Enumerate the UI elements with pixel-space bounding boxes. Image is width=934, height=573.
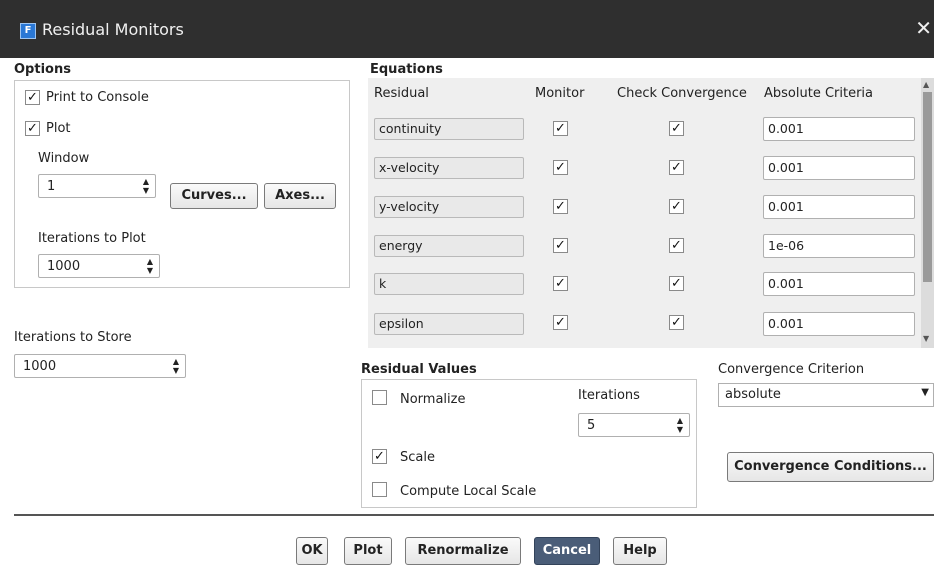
- plot-label: Plot: [46, 121, 71, 136]
- spinner-arrows-icon[interactable]: ▲ ▼: [173, 357, 179, 375]
- check-convergence-checkbox[interactable]: ✓: [669, 315, 684, 330]
- absolute-criteria-input[interactable]: 1e-06: [763, 234, 915, 258]
- absolute-criteria-input[interactable]: 0.001: [763, 312, 915, 336]
- iterations-spinner[interactable]: 5 ▲ ▼: [578, 413, 690, 437]
- monitor-checkbox[interactable]: ✓: [553, 160, 568, 175]
- residual-energy: energy: [374, 235, 524, 257]
- residual-x-velocity: x-velocity: [374, 157, 524, 179]
- window-spinner[interactable]: 1 ▲ ▼: [38, 174, 156, 198]
- equations-heading: Equations: [370, 62, 443, 77]
- window-label: Window: [38, 151, 90, 166]
- iterations-label: Iterations: [578, 388, 640, 403]
- column-absolute-criteria: Absolute Criteria: [764, 86, 874, 101]
- monitor-checkbox[interactable]: ✓: [553, 276, 568, 291]
- chevron-down-icon[interactable]: ▼: [921, 387, 929, 398]
- column-monitor: Monitor: [535, 86, 585, 101]
- compute-local-scale-label: Compute Local Scale: [400, 484, 537, 499]
- iterations-value: 5: [587, 418, 596, 433]
- print-to-console-label: Print to Console: [46, 90, 149, 105]
- ok-button[interactable]: OK: [296, 537, 328, 565]
- residual-y-velocity: y-velocity: [374, 196, 524, 218]
- options-heading: Options: [14, 62, 71, 77]
- scale-label: Scale: [400, 450, 435, 465]
- window-value: 1: [47, 179, 56, 194]
- iterations-to-store-value: 1000: [23, 359, 57, 374]
- scrollbar-thumb[interactable]: [923, 92, 932, 282]
- check-convergence-checkbox[interactable]: ✓: [669, 160, 684, 175]
- compute-local-scale-checkbox[interactable]: [372, 482, 387, 497]
- spinner-arrows-icon[interactable]: ▲ ▼: [677, 416, 683, 434]
- monitor-checkbox[interactable]: ✓: [553, 121, 568, 136]
- spinner-arrows-icon[interactable]: ▲ ▼: [143, 177, 149, 195]
- help-button[interactable]: Help: [613, 537, 667, 565]
- iterations-to-plot-label: Iterations to Plot: [38, 231, 146, 246]
- monitor-checkbox[interactable]: ✓: [553, 238, 568, 253]
- app-icon: F: [20, 23, 36, 39]
- residual-values-heading: Residual Values: [361, 362, 477, 377]
- divider: [14, 514, 934, 516]
- renormalize-button[interactable]: Renormalize: [405, 537, 521, 565]
- monitor-checkbox[interactable]: ✓: [553, 199, 568, 214]
- column-residual: Residual: [374, 86, 429, 101]
- convergence-criterion-label: Convergence Criterion: [718, 362, 865, 377]
- residual-epsilon: epsilon: [374, 313, 524, 335]
- check-convergence-checkbox[interactable]: ✓: [669, 199, 684, 214]
- absolute-criteria-input[interactable]: 0.001: [763, 156, 915, 180]
- plot-checkbox[interactable]: ✓: [25, 121, 40, 136]
- window-title: Residual Monitors: [42, 20, 184, 39]
- scroll-up-icon[interactable]: ▲: [923, 80, 929, 89]
- convergence-conditions-button[interactable]: Convergence Conditions...: [727, 452, 934, 482]
- convergence-criterion-select[interactable]: absolute ▼: [718, 383, 934, 407]
- scale-checkbox[interactable]: ✓: [372, 449, 387, 464]
- iterations-to-store-label: Iterations to Store: [14, 330, 132, 345]
- spinner-arrows-icon[interactable]: ▲ ▼: [147, 257, 153, 275]
- iterations-to-plot-value: 1000: [47, 259, 81, 274]
- monitor-checkbox[interactable]: ✓: [553, 315, 568, 330]
- residual-k: k: [374, 273, 524, 295]
- cancel-button[interactable]: Cancel: [534, 537, 600, 565]
- print-to-console-checkbox[interactable]: ✓: [25, 90, 40, 105]
- absolute-criteria-input[interactable]: 0.001: [763, 117, 915, 141]
- check-convergence-checkbox[interactable]: ✓: [669, 121, 684, 136]
- axes-button[interactable]: Axes...: [264, 183, 336, 209]
- column-check-convergence: Check Convergence: [617, 86, 747, 101]
- residual-continuity: continuity: [374, 118, 524, 140]
- scroll-down-icon[interactable]: ▼: [923, 334, 929, 343]
- normalize-label: Normalize: [400, 392, 466, 407]
- plot-button[interactable]: Plot: [344, 537, 392, 565]
- absolute-criteria-input[interactable]: 0.001: [763, 272, 915, 296]
- absolute-criteria-input[interactable]: 0.001: [763, 195, 915, 219]
- curves-button[interactable]: Curves...: [170, 183, 258, 209]
- convergence-criterion-value: absolute: [725, 387, 781, 402]
- check-convergence-checkbox[interactable]: ✓: [669, 238, 684, 253]
- title-bar: F Residual Monitors ✕: [0, 0, 934, 58]
- close-icon[interactable]: ✕: [915, 16, 932, 40]
- iterations-to-plot-spinner[interactable]: 1000 ▲ ▼: [38, 254, 160, 278]
- iterations-to-store-spinner[interactable]: 1000 ▲ ▼: [14, 354, 186, 378]
- normalize-checkbox[interactable]: [372, 390, 387, 405]
- check-convergence-checkbox[interactable]: ✓: [669, 276, 684, 291]
